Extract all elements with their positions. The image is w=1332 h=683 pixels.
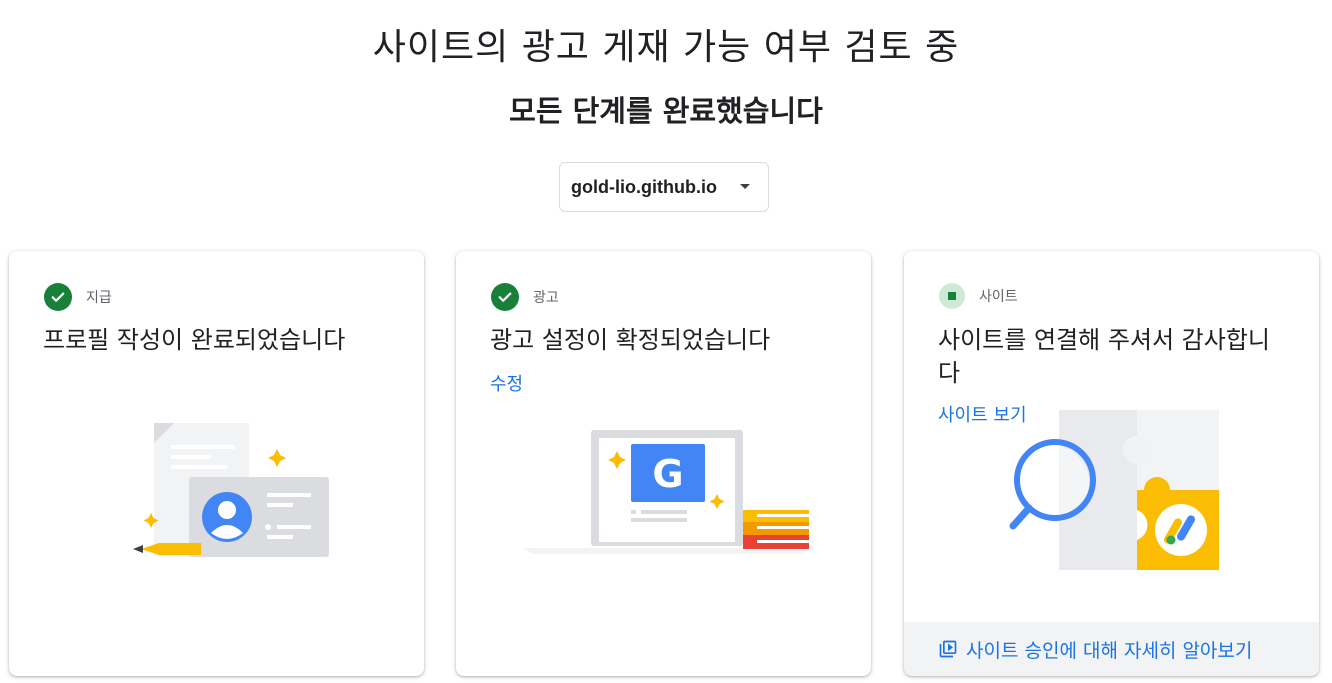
check-circle-icon	[491, 283, 519, 311]
card-ads: 광고 광고 설정이 확정되었습니다 수정 G	[456, 251, 871, 676]
profile-card-illustration	[133, 423, 329, 557]
status-row: 광고	[491, 283, 559, 311]
footer-label: 사이트 승인에 대해 자세히 알아보기	[966, 639, 1253, 662]
laptop-google-illustration: G	[523, 430, 811, 554]
site-select-value: gold-lio.github.io	[571, 176, 717, 197]
card-site: 사이트 사이트를 연결해 주셔서 감사합니다 사이트 보기 사이트 승인에 대해…	[904, 251, 1319, 676]
check-circle-icon	[44, 283, 72, 311]
status-row: 지급	[44, 283, 112, 311]
status-row: 사이트	[939, 283, 1018, 309]
pending-square	[948, 292, 956, 300]
card-title: 사이트를 연결해 주셔서 감사합니다	[938, 326, 1271, 387]
status-label: 사이트	[979, 289, 1018, 305]
card-title: 프로필 작성이 완료되었습니다	[43, 326, 346, 354]
status-label: 광고	[533, 290, 559, 306]
learn-more-site-approval[interactable]: 사이트 승인에 대해 자세히 알아보기	[904, 622, 1319, 676]
dropdown-caret-icon	[740, 184, 750, 189]
edit-ads-link[interactable]: 수정	[490, 370, 523, 396]
puzzle-magnifier-illustration	[1009, 410, 1219, 570]
svg-text:G: G	[652, 452, 683, 496]
status-label: 지급	[86, 290, 112, 306]
site-select[interactable]: gold-lio.github.io	[559, 162, 769, 212]
page-subtitle: 모든 단계를 완료했습니다	[509, 94, 823, 128]
card-payment: 지급 프로필 작성이 완료되었습니다	[9, 251, 424, 676]
page-title: 사이트의 광고 게재 가능 여부 검토 중	[372, 27, 960, 68]
card-title: 광고 설정이 확정되었습니다	[490, 326, 771, 354]
pending-status-icon	[939, 283, 965, 309]
video-library-icon	[939, 640, 957, 658]
